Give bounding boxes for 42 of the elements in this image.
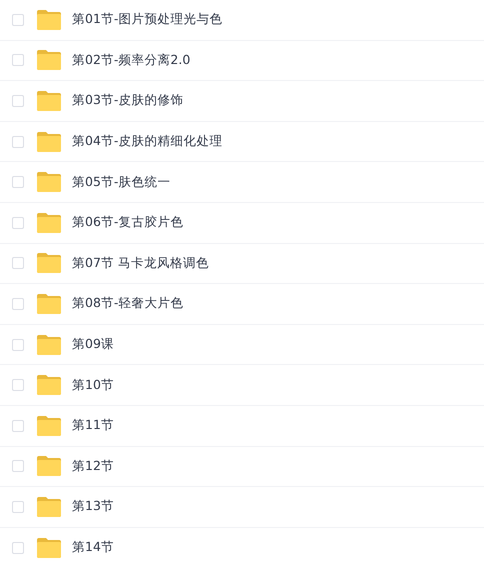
folder-name[interactable]: 第10节 <box>72 376 114 394</box>
folder-icon <box>37 90 61 111</box>
folder-name[interactable]: 第01节-图片预处理光与色 <box>72 11 222 28</box>
checkbox[interactable] <box>12 542 24 554</box>
folder-name[interactable]: 第08节-轻奢大片色 <box>72 295 184 312</box>
folder-name[interactable]: 第05节-肤色统一 <box>72 174 170 191</box>
folder-name[interactable]: 第13节 <box>72 498 114 516</box>
checkbox[interactable] <box>12 379 24 392</box>
checkbox[interactable] <box>12 176 24 188</box>
folder-icon <box>37 496 61 517</box>
checkbox[interactable] <box>12 94 24 107</box>
folder-icon <box>37 132 61 152</box>
folder-name[interactable]: 第11节 <box>72 417 114 434</box>
folder-name[interactable]: 第06节-复古胶片色 <box>72 214 184 232</box>
checkbox[interactable] <box>12 460 24 472</box>
folder-name[interactable]: 第12节 <box>72 458 114 475</box>
folder-icon <box>37 294 61 314</box>
folder-name[interactable]: 第09课 <box>72 336 114 354</box>
checkbox[interactable] <box>12 338 24 351</box>
checkbox[interactable] <box>12 298 24 310</box>
folder-icon <box>37 212 61 233</box>
folder-name[interactable]: 第02节-频率分离2.0 <box>72 52 190 69</box>
folder-icon <box>37 456 61 476</box>
folder-icon <box>37 50 61 70</box>
folder-icon <box>37 375 61 396</box>
checkbox[interactable] <box>12 257 24 270</box>
checkbox[interactable] <box>12 216 24 229</box>
checkbox[interactable] <box>12 500 24 513</box>
folder-name[interactable]: 第14节 <box>72 539 114 556</box>
folder-icon <box>37 416 61 436</box>
folder-icon <box>37 334 61 355</box>
folder-icon <box>37 253 61 274</box>
folder-name[interactable]: 第03节-皮肤的修饰 <box>72 92 184 110</box>
folder-name[interactable]: 第04节-皮肤的精细化处理 <box>72 133 222 150</box>
folder-icon <box>37 172 61 192</box>
checkbox[interactable] <box>12 420 24 432</box>
checkbox[interactable] <box>12 136 24 148</box>
checkbox[interactable] <box>12 54 24 66</box>
checkbox[interactable] <box>12 14 24 26</box>
folder-icon <box>37 10 61 30</box>
folder-icon <box>37 538 61 558</box>
folder-name[interactable]: 第07节 马卡龙风格调色 <box>72 254 209 272</box>
